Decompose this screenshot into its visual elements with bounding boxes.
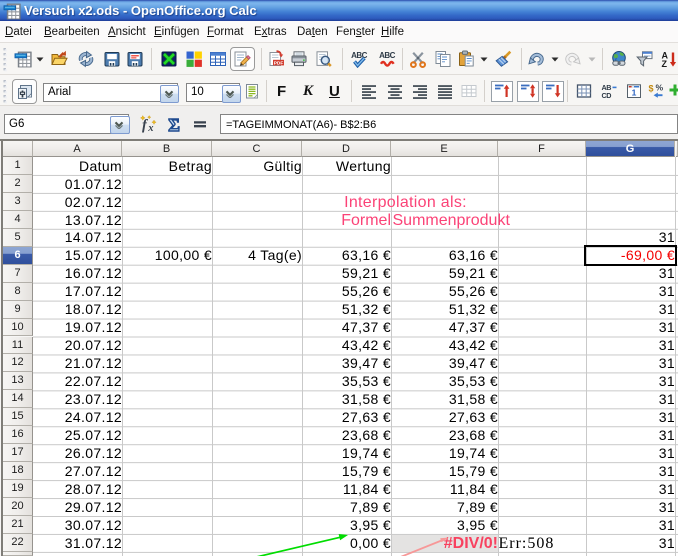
svg-text:$: $ [648,83,653,93]
svg-text:ABC: ABC [379,51,396,60]
svg-text:1: 1 [632,88,637,98]
svg-text:%: % [655,83,663,93]
svg-text:x: x [147,123,153,133]
svg-text:CD: CD [601,91,611,100]
svg-text:PDF: PDF [274,60,284,66]
svg-text:Z: Z [661,59,667,68]
svg-text:Σ: Σ [168,115,180,134]
